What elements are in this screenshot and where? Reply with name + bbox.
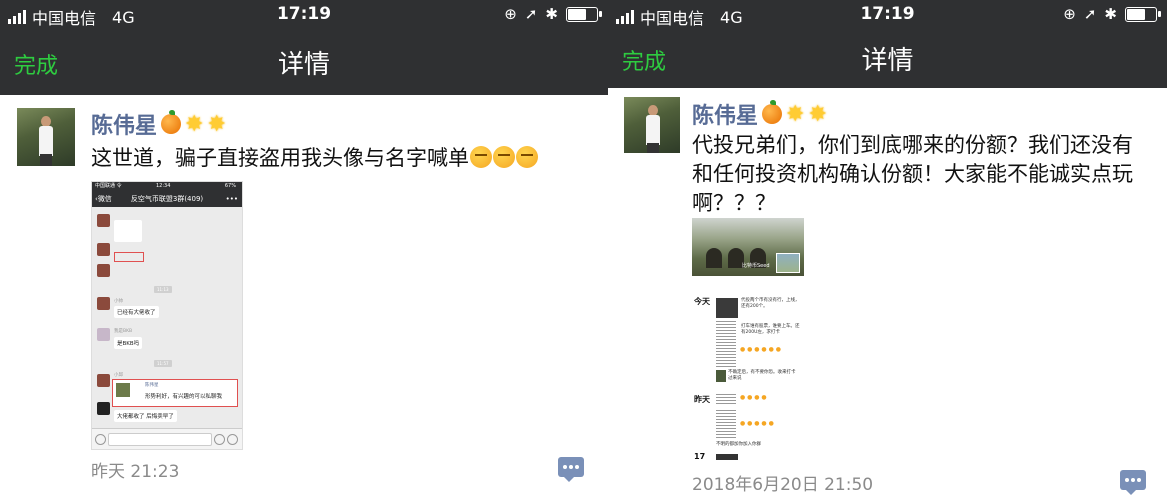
embedded-quoted-card: 陈伟星 形势利好，有兴趣的可以私聊我 bbox=[112, 379, 238, 407]
angry-emoji-icon bbox=[470, 146, 492, 168]
embedded-emoji-row: ● ● ● ● ● bbox=[740, 420, 774, 427]
embedded-time: 12:34 bbox=[156, 183, 171, 189]
status-bar: 中国电信 4G 17:19 ⊕ ➚ ✱ bbox=[608, 0, 1167, 30]
embedded-voice-icon bbox=[95, 434, 106, 445]
embedded-photo-thumb bbox=[776, 253, 800, 273]
embedded-day-label: 今天 bbox=[694, 297, 710, 306]
location-icon: ➚ bbox=[524, 5, 538, 23]
post-timestamp: 2018年6月20日 21:50 bbox=[692, 475, 874, 495]
angry-emoji-icon bbox=[516, 146, 538, 168]
location-icon: ➚ bbox=[1083, 5, 1097, 23]
status-bar: 中国电信 4G 17:19 ⊕ ➚ ✱ bbox=[0, 0, 608, 30]
embedded-text-block bbox=[716, 394, 736, 406]
embedded-sender: 小帅 bbox=[114, 299, 123, 304]
star-emoji-icon: ✸ bbox=[786, 101, 805, 127]
embedded-day-label: 17 bbox=[694, 452, 706, 460]
bluetooth-icon: ✱ bbox=[545, 5, 558, 23]
star-emoji-icon: ✸ bbox=[185, 111, 204, 137]
post-text: 这世道，骗子直接盗用我头像与名字喊单 bbox=[91, 144, 601, 173]
author-label: 陈伟星 bbox=[91, 114, 158, 139]
orange-emoji-icon bbox=[161, 110, 182, 134]
post-text-body: 这世道，骗子直接盗用我头像与名字喊单 bbox=[91, 146, 469, 170]
right-screenshot: 中国电信 4G 17:19 ⊕ ➚ ✱ 完成 详情 陈伟星 ✸ ✸ 代投兄弟们，… bbox=[608, 0, 1167, 500]
embedded-input-field bbox=[108, 433, 212, 446]
rotation-lock-icon: ⊕ bbox=[1063, 5, 1076, 23]
angry-emoji-icon bbox=[493, 146, 515, 168]
page-title: 详情 bbox=[861, 46, 914, 76]
embedded-avatar bbox=[97, 374, 110, 387]
embedded-emoji-row: ● ● ● ● ● ● bbox=[740, 346, 781, 353]
embedded-timestamp: 11:57 bbox=[154, 360, 172, 367]
rotation-lock-icon: ⊕ bbox=[504, 5, 517, 23]
embedded-avatar bbox=[97, 214, 110, 227]
embedded-nav: ‹微信 反空气币联盟3群(409) ••• bbox=[92, 191, 242, 207]
embedded-photo: 比特币Seed bbox=[692, 218, 804, 276]
embedded-group-title: 反空气币联盟3群(409) bbox=[130, 195, 204, 203]
embedded-status-bar: 中国联通 令 12:34 67% bbox=[92, 182, 242, 191]
comment-icon[interactable] bbox=[558, 457, 584, 482]
battery-icon bbox=[566, 6, 602, 22]
embedded-thumb bbox=[716, 454, 738, 460]
author-name[interactable]: 陈伟星 ✸ ✸ bbox=[692, 98, 827, 130]
embedded-avatar bbox=[97, 243, 110, 256]
embedded-text-block bbox=[716, 321, 736, 369]
embedded-avatar bbox=[97, 297, 110, 310]
embedded-back: ‹微信 bbox=[95, 195, 112, 203]
nav-bar: 完成 详情 bbox=[0, 30, 608, 95]
embedded-more-icon: ••• bbox=[225, 195, 238, 203]
embedded-quoted-avatar bbox=[116, 383, 130, 397]
embedded-message: 是BKB吗 bbox=[114, 337, 143, 349]
author-name[interactable]: 陈伟星 ✸ ✸ bbox=[91, 108, 226, 140]
comment-icon[interactable] bbox=[1120, 470, 1146, 495]
embedded-input-bar bbox=[92, 428, 242, 449]
embedded-photo-caption: 比特币Seed bbox=[742, 263, 770, 269]
embedded-timestamp: 11:13 bbox=[154, 286, 172, 293]
avatar[interactable] bbox=[17, 108, 75, 166]
embedded-sender: 小邱 bbox=[114, 373, 123, 378]
embedded-avatar bbox=[97, 402, 110, 415]
embedded-back-label: 微信 bbox=[97, 195, 112, 203]
embedded-thumb bbox=[716, 370, 726, 382]
embedded-emoji-icon bbox=[214, 434, 225, 445]
embedded-note: 代投两个币有没有行，上线，还有200个。 bbox=[741, 298, 800, 309]
embedded-highlight bbox=[114, 252, 144, 262]
attached-image[interactable]: 比特币Seed 今天 代投两个币有没有行，上线，还有200个。 打车谁有股票，谁… bbox=[692, 218, 804, 460]
embedded-note: 打车谁有股票，谁要上车。还有200U左，求打卡 bbox=[741, 324, 800, 335]
attached-image[interactable]: 中国联通 令 12:34 67% ‹微信 反空气币联盟3群(409) ••• 1… bbox=[91, 181, 243, 450]
page-title: 详情 bbox=[277, 50, 330, 80]
embedded-quoted-author: 陈伟星 bbox=[145, 383, 159, 388]
embedded-thumb bbox=[716, 298, 738, 318]
embedded-plus-icon bbox=[227, 434, 238, 445]
embedded-avatar bbox=[97, 264, 110, 277]
embedded-bubble bbox=[114, 220, 142, 242]
embedded-carrier: 中国联通 令 bbox=[95, 183, 122, 189]
embedded-emoji-row: ● ● ● ● bbox=[740, 394, 767, 401]
orange-emoji-icon bbox=[762, 100, 783, 124]
star-emoji-icon: ✸ bbox=[207, 111, 226, 137]
embedded-battery: 67% bbox=[224, 183, 236, 189]
embedded-note: 不明的都加你加入你群 bbox=[716, 442, 761, 447]
embedded-sender: 我是BKB bbox=[114, 329, 133, 334]
embedded-day-label: 昨天 bbox=[694, 395, 710, 404]
post-text: 代投兄弟们，你们到底哪来的份额？我们还没有和任何投资机构确认份额！大家能不能诚实… bbox=[692, 133, 1133, 215]
left-screenshot: 中国电信 4G 17:19 ⊕ ➚ ✱ 完成 详情 陈伟星 ✸ ✸ 这世道，骗子… bbox=[0, 0, 608, 500]
author-label: 陈伟星 bbox=[692, 104, 759, 129]
nav-bar: 完成 详情 bbox=[608, 30, 1167, 88]
battery-icon bbox=[1125, 6, 1161, 22]
embedded-message: 大佬都收了 后悔卖早了 bbox=[114, 410, 177, 422]
post-timestamp: 昨天 21:23 bbox=[91, 462, 180, 482]
star-emoji-icon: ✸ bbox=[808, 101, 827, 127]
embedded-note: 不确定后，有不要你恐。收来打卡过来说 bbox=[728, 370, 796, 381]
embedded-avatar bbox=[97, 328, 110, 341]
embedded-quoted-text: 形势利好，有兴趣的可以私聊我 bbox=[145, 394, 223, 400]
avatar[interactable] bbox=[624, 97, 680, 153]
bluetooth-icon: ✱ bbox=[1104, 5, 1117, 23]
embedded-text-block bbox=[716, 410, 736, 438]
embedded-message: 已经有大佬收了 bbox=[114, 306, 159, 318]
